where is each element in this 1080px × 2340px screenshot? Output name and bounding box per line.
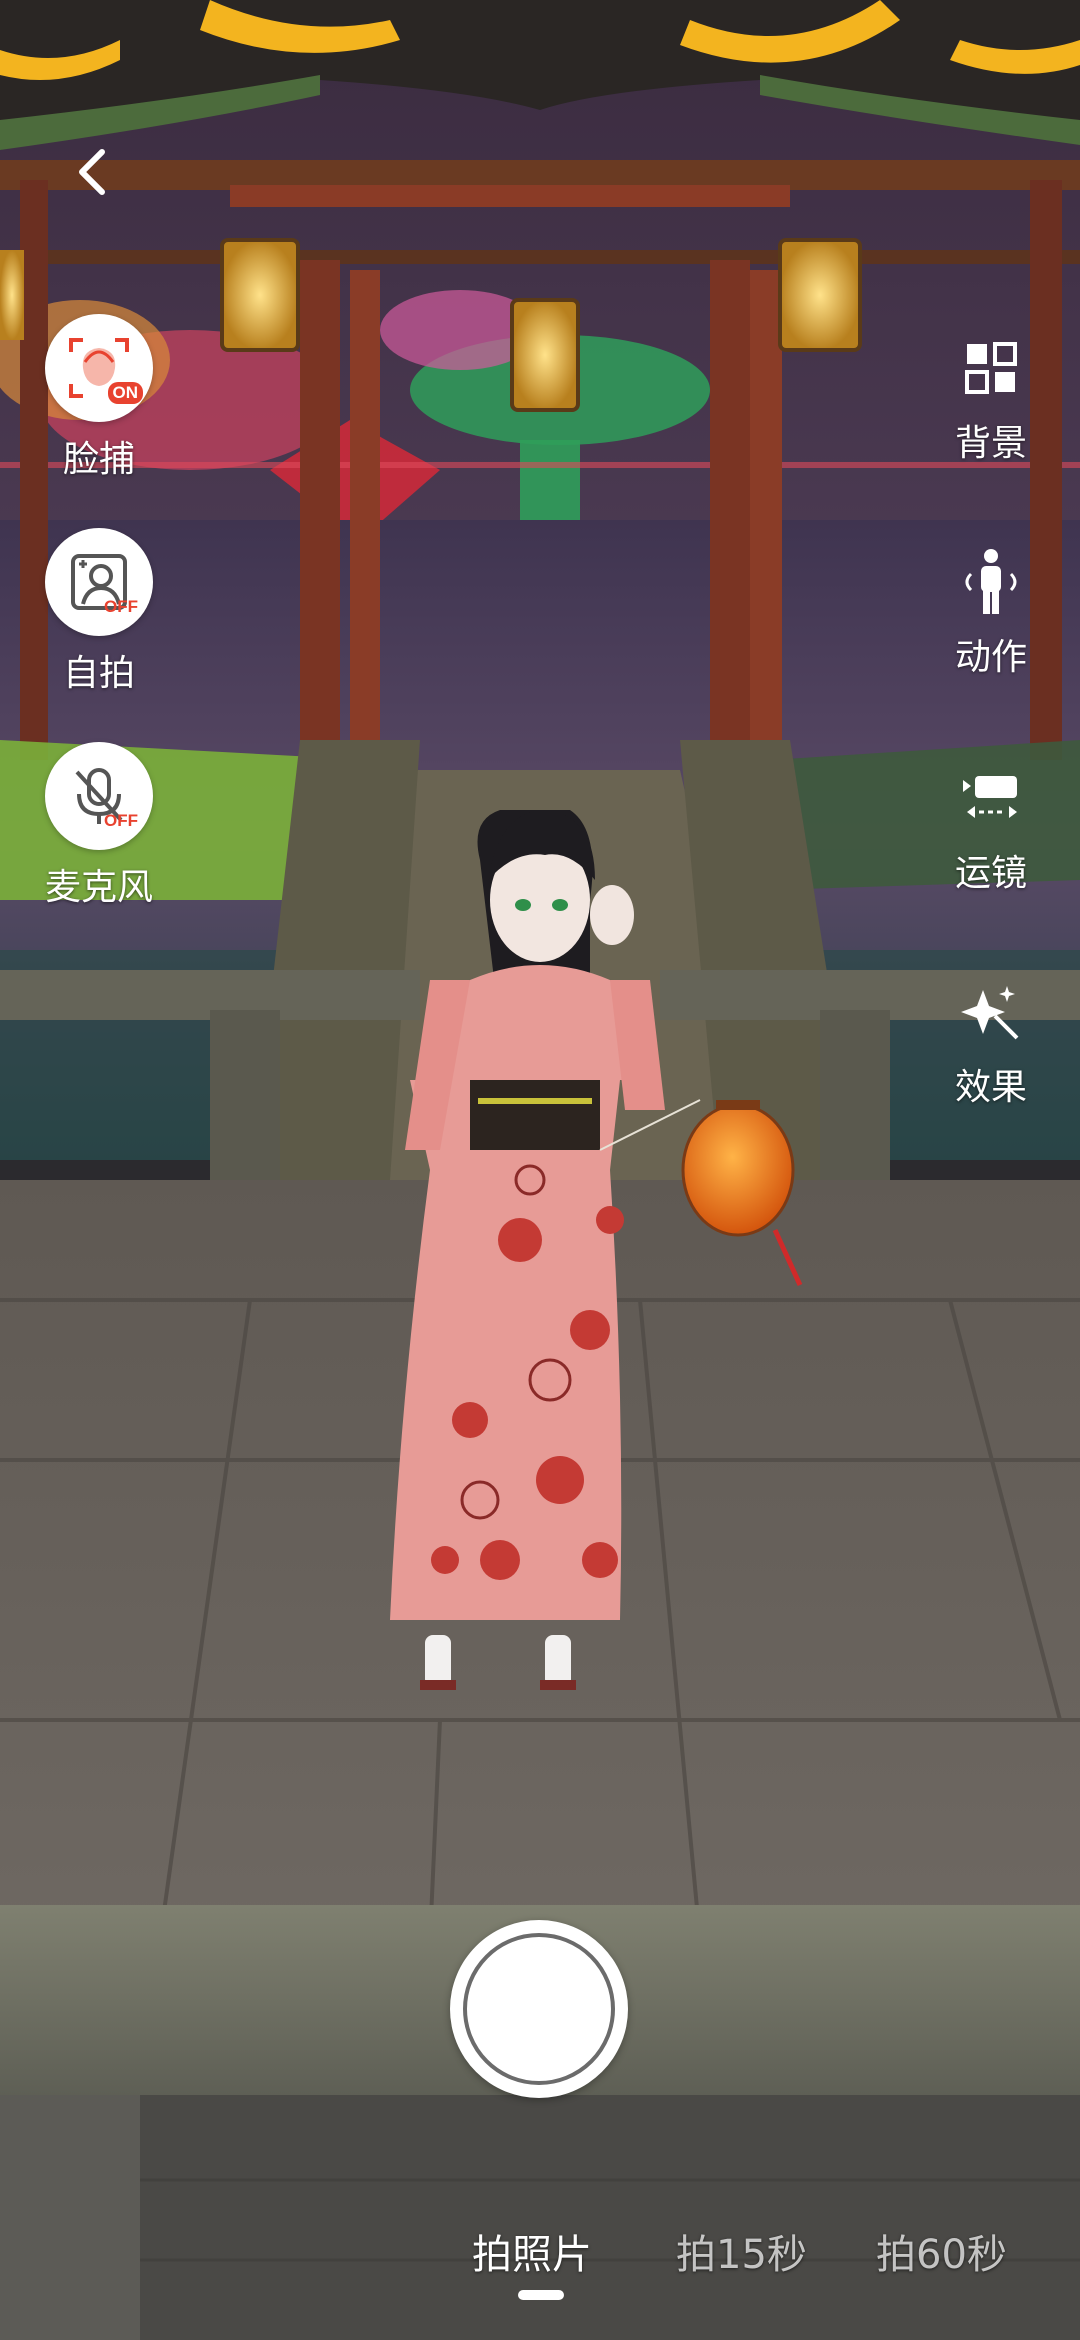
face-capture-label: 脸捕 bbox=[62, 439, 135, 480]
effects-label: 效果 bbox=[954, 1067, 1027, 1108]
face-capture-state-badge: ON bbox=[107, 382, 143, 404]
action-label: 动作 bbox=[954, 637, 1027, 678]
microphone-label: 麦克风 bbox=[44, 867, 153, 908]
face-capture-button[interactable]: ON 脸捕 bbox=[42, 314, 156, 482]
camera-movement-icon bbox=[963, 776, 1017, 818]
microphone-button[interactable]: OFF 麦克风 bbox=[42, 742, 156, 910]
microphone-state-badge: OFF bbox=[104, 811, 138, 830]
camera-movement-label: 运镜 bbox=[954, 853, 1027, 894]
camera-movement-button[interactable]: 运镜 bbox=[936, 758, 1046, 896]
selfie-button[interactable]: OFF 自拍 bbox=[42, 528, 156, 696]
microphone-toggle[interactable]: OFF bbox=[45, 742, 153, 850]
active-mode-indicator bbox=[518, 2290, 564, 2300]
background-button[interactable]: 背景 bbox=[936, 328, 1046, 466]
background-label: 背景 bbox=[954, 423, 1027, 464]
mode-15s-tab[interactable]: 拍15秒 bbox=[676, 2222, 807, 2280]
face-capture-toggle[interactable]: ON bbox=[45, 314, 153, 422]
shutter-button[interactable] bbox=[450, 1920, 628, 2098]
back-button[interactable] bbox=[60, 140, 124, 204]
mode-photo-tab[interactable]: 拍照片 bbox=[472, 2222, 592, 2280]
chevron-left-icon bbox=[79, 149, 105, 195]
camera-screen: ON 脸捕 OFF 自拍 OFF 麦克风 背景 动作 运镜 效果 拍照片 拍15… bbox=[0, 0, 1080, 2340]
effects-button[interactable]: 效果 bbox=[936, 972, 1046, 1110]
shutter-icon bbox=[463, 1933, 615, 2085]
selfie-state-badge: OFF bbox=[104, 597, 138, 616]
selfie-toggle[interactable]: OFF bbox=[45, 528, 153, 636]
mode-60s-tab[interactable]: 拍60秒 bbox=[876, 2222, 1007, 2280]
selfie-label: 自拍 bbox=[62, 653, 135, 694]
effects-sparkle-icon bbox=[961, 986, 1019, 1040]
action-figure-icon bbox=[965, 549, 1017, 614]
action-button[interactable]: 动作 bbox=[936, 542, 1046, 680]
background-icon bbox=[965, 342, 1017, 394]
